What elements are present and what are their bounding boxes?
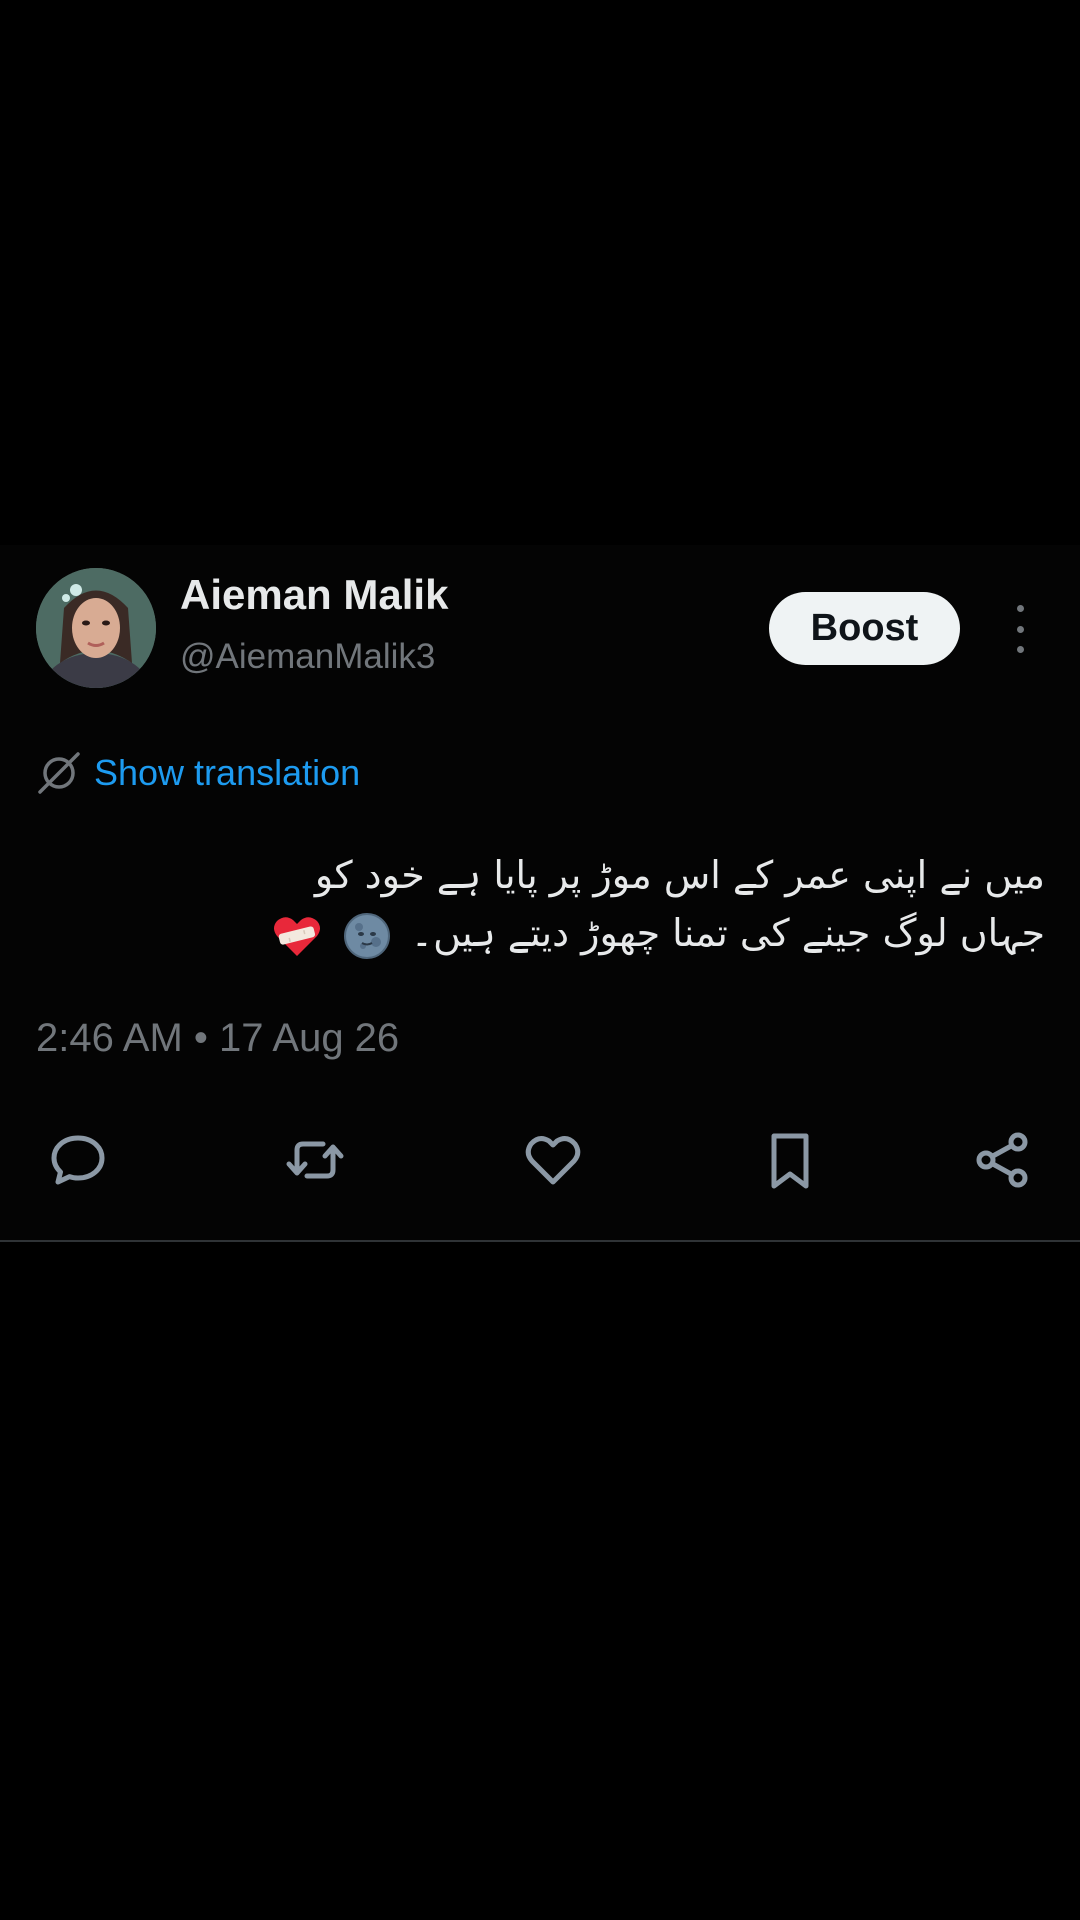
display-name[interactable]: Aieman Malik xyxy=(180,571,448,619)
tweet-actions-bar xyxy=(0,1118,1080,1198)
repost-icon[interactable] xyxy=(283,1128,347,1192)
new-moon-face-emoji xyxy=(341,910,393,962)
reply-icon[interactable] xyxy=(46,1128,110,1192)
like-icon[interactable] xyxy=(521,1128,585,1192)
avatar[interactable] xyxy=(36,568,156,688)
tweet-text-line-2: جہاں لوگ جینے کی تمنا چھوڑ دیتے ہیں۔ xyxy=(100,904,1045,962)
show-translation-label: Show translation xyxy=(94,752,361,793)
avatar-image xyxy=(36,568,156,688)
tweet-text: میں نے اپنی عمر کے اس موڑ پر پایا ہے خود… xyxy=(100,846,1045,962)
tweet-text-line-2-text: جہاں لوگ جینے کی تمنا چھوڑ دیتے ہیں۔ xyxy=(410,911,1045,955)
tweet-timestamp[interactable]: 2:46 AM • 17 Aug 26 xyxy=(36,1016,399,1061)
mending-heart-emoji xyxy=(271,910,323,962)
user-handle[interactable]: @AiemanMalik3 xyxy=(180,637,435,677)
divider xyxy=(0,1240,1080,1242)
bookmark-icon[interactable] xyxy=(758,1128,822,1192)
more-options-icon[interactable] xyxy=(1002,605,1038,653)
share-icon[interactable] xyxy=(970,1128,1034,1192)
boost-button[interactable]: Boost xyxy=(769,592,960,665)
tweet-text-line-1: میں نے اپنی عمر کے اس موڑ پر پایا ہے خود… xyxy=(314,853,1045,897)
more-dot xyxy=(1016,625,1024,633)
more-dot xyxy=(1016,646,1024,653)
translate-icon xyxy=(38,752,80,794)
more-dot xyxy=(1016,605,1024,612)
show-translation-link[interactable]: Show translation xyxy=(36,748,360,798)
